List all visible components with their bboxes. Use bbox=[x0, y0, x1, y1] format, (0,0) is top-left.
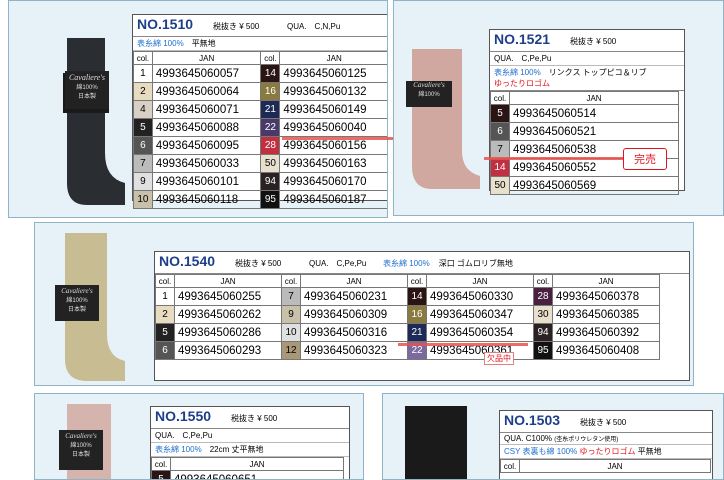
table-row: 5 4993645060088 22 4993645060040 bbox=[133, 118, 387, 137]
product-card-1503: NO.1503 税抜き ¥ 500 QUA. C100% (杢糸ポリウレタン使用)… bbox=[499, 410, 713, 479]
jan-table-1540: col. JAN col. JAN col. JAN col. JAN 1 4993645060… bbox=[155, 274, 660, 360]
sold-out-stamp: 完売 bbox=[623, 148, 667, 170]
sock-label-1521: Cavaliere's 綿100% bbox=[406, 81, 452, 107]
table-row: 6 4993645060521 bbox=[490, 122, 679, 141]
product-panel-1510: Cavaliere's 綿100% 日本製 NO.1510 税抜き ¥ 500 QU… bbox=[8, 0, 388, 218]
table-row: 7 4993645060033 50 4993645060163 bbox=[133, 154, 387, 173]
quality: QUA. C,N,Pu bbox=[287, 22, 341, 31]
jan-table-1510: col. JAN col. JAN 1 4993645060057 14 499364506… bbox=[133, 51, 387, 209]
sock-label-1550: Cavaliere's 綿100% 日本製 bbox=[59, 430, 103, 470]
product-panel-1540: Cavaliere's 綿100% 日本製 NO.1540 税抜き ¥ 500 QU… bbox=[34, 222, 694, 386]
style: 平無地 bbox=[191, 39, 216, 48]
table-row: 5 4993645060651 bbox=[151, 470, 344, 479]
sock-image-1503 bbox=[405, 406, 467, 479]
table-row: 2 4993645060262 9 4993645060309 16 4993645060… bbox=[155, 305, 660, 324]
table-row: 1 4993645060057 14 4993645060125 bbox=[133, 64, 387, 83]
sock-image-1521 bbox=[412, 49, 480, 189]
table-row: 2 4993645060064 16 4993645060132 bbox=[133, 82, 387, 101]
table-row: 4 4993645060071 21 4993645060149 bbox=[133, 100, 387, 119]
material: 表糸綿 100% bbox=[137, 39, 184, 48]
product-number: NO.1510 bbox=[137, 16, 194, 32]
product-panel-1503: NO.1503 税抜き ¥ 500 QUA. C100% (杢糸ポリウレタン使用)… bbox=[382, 393, 724, 480]
discontinued-strike-1540-22 bbox=[398, 343, 528, 346]
product-card-1550: NO.1550 税抜き ¥ 500 QUA. C,Pe,Pu 表糸綿 100% 2… bbox=[150, 406, 350, 479]
product-card-1540: NO.1540 税抜き ¥ 500 QUA. C,Pe,Pu 表糸綿 100% 深口 … bbox=[154, 251, 690, 381]
table-row: 10 4993645060118 95 4993645060187 bbox=[133, 190, 387, 209]
sock-label-1510: Cavaliere's 綿100% 日本製 bbox=[65, 71, 109, 109]
table-row: 50 4993645060569 bbox=[490, 176, 679, 195]
jan-table-1503: col. JAN bbox=[500, 459, 711, 473]
sock-label-1540: Cavaliere's 綿100% 日本製 bbox=[55, 285, 99, 321]
sock-image-1510 bbox=[63, 38, 125, 205]
jan-table-1521: col. JAN 5 4993645060514 6 4993645060521 74… bbox=[490, 91, 679, 195]
out-of-stock-stamp: 欠品中 bbox=[484, 352, 514, 365]
product-panel-1550: Cavaliere's 綿100% 日本製 NO.1550 税抜き ¥ 500 Q… bbox=[34, 393, 364, 480]
price: 税抜き ¥ 500 bbox=[213, 22, 260, 31]
jan-table-1550: col. JAN 5 4993645060651 bbox=[151, 457, 344, 479]
table-row: 1 4993645060255 7 4993645060231 14 4993645060… bbox=[155, 287, 660, 306]
product-card-1510: NO.1510 税抜き ¥ 500 QUA. C,N,Pu 表糸綿 100% 平無地… bbox=[132, 14, 387, 209]
product-panel-1521: Cavaliere's 綿100% NO.1521 税抜き ¥ 500 QUA. … bbox=[393, 0, 724, 216]
table-row: 9 4993645060101 94 4993645060170 bbox=[133, 172, 387, 191]
table-row: 5 4993645060286 10 4993645060316 21 499364506… bbox=[155, 323, 660, 342]
discontinued-strike-1521-14 bbox=[484, 157, 634, 160]
table-row: 5 4993645060514 bbox=[490, 104, 679, 123]
discontinued-strike-1510-28 bbox=[282, 137, 398, 140]
